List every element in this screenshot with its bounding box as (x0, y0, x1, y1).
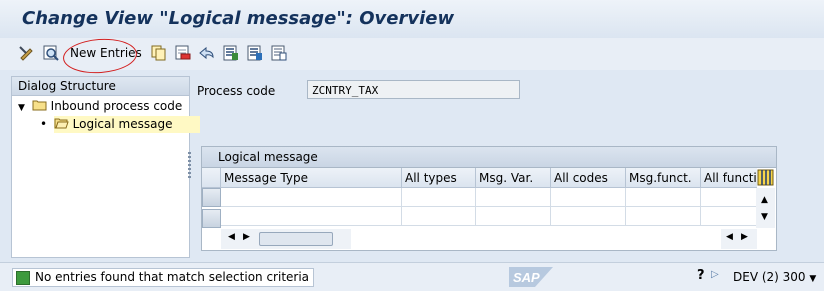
select-all-icon[interactable] (222, 44, 240, 62)
pane-splitter-handle[interactable] (188, 152, 191, 178)
delete-icon[interactable] (174, 44, 192, 62)
scroll-right-icon[interactable]: ▶ (243, 232, 250, 242)
scroll-right-icon[interactable]: ▶ (741, 232, 748, 242)
undo-change-icon[interactable] (198, 44, 216, 62)
logical-message-table: Logical message Message Type All types M… (201, 146, 777, 251)
table-cell[interactable] (402, 207, 476, 226)
table-cell[interactable] (402, 188, 476, 207)
column-header-all-types[interactable]: All types (402, 168, 476, 188)
dialog-structure-panel: Dialog Structure ▼ Inbound process code … (11, 76, 201, 258)
tree-item-inbound-process-code[interactable]: ▼ Inbound process code (18, 98, 182, 115)
table-cell[interactable] (551, 207, 626, 226)
system-info[interactable]: DEV (2) 300 ▼ (733, 270, 816, 284)
table-cell[interactable] (626, 188, 701, 207)
tree-item-label: Logical message (72, 117, 173, 131)
table-cell[interactable] (476, 188, 551, 207)
row-selector[interactable] (202, 209, 221, 228)
tree-item-logical-message[interactable]: • Logical message (40, 116, 201, 133)
table-cell[interactable] (701, 207, 757, 226)
table-cell[interactable] (221, 207, 402, 226)
process-code-label: Process code (197, 84, 276, 98)
deselect-all-icon[interactable] (270, 44, 288, 62)
select-all-rows-button[interactable] (202, 168, 221, 188)
copy-icon[interactable] (150, 44, 168, 62)
process-code-field: ZCNTRY_TAX (307, 80, 520, 99)
bullet-icon: • (40, 117, 48, 131)
svg-text:SAP: SAP (513, 270, 540, 285)
expand-status-icon[interactable]: ▷ (711, 269, 719, 280)
help-icon[interactable]: ? (697, 268, 705, 283)
column-header-all-codes[interactable]: All codes (551, 168, 626, 188)
folder-icon (32, 100, 47, 111)
row-selector[interactable] (202, 188, 221, 207)
column-header-msg-var[interactable]: Msg. Var. (476, 168, 551, 188)
dropdown-arrow-icon[interactable]: ▼ (809, 274, 816, 284)
table-title: Logical message (218, 150, 318, 164)
table-cell[interactable] (551, 188, 626, 207)
table-cell[interactable] (626, 207, 701, 226)
vertical-scrollbar[interactable]: ▲ ▼ (756, 188, 775, 228)
title-bar: Change View "Logical message": Overview (0, 0, 824, 39)
system-info-text: DEV (2) 300 (733, 270, 806, 284)
expand-triangle-icon[interactable]: ▼ (18, 100, 28, 117)
tree-item-label: Inbound process code (50, 99, 183, 113)
status-bar: No entries found that match selection cr… (0, 262, 824, 291)
column-header-message-type[interactable]: Message Type (221, 168, 402, 188)
success-check-icon (16, 271, 30, 285)
table-cell[interactable] (476, 207, 551, 226)
scroll-down-icon[interactable]: ▼ (761, 212, 768, 222)
table-title-bar: Logical message (202, 147, 776, 168)
open-folder-icon (54, 118, 69, 129)
page-title: Change View "Logical message": Overview (22, 8, 455, 29)
table-cell[interactable] (701, 188, 757, 207)
dialog-structure-header: Dialog Structure (12, 77, 189, 96)
scroll-thumb[interactable] (259, 232, 333, 246)
application-toolbar: New Entries (0, 36, 824, 76)
scroll-left-icon[interactable]: ◀ (228, 232, 235, 242)
red-circle-annotation (61, 36, 139, 76)
horizontal-scrollbar-right[interactable]: ◀ ▶ (721, 229, 757, 249)
horizontal-scrollbar-left[interactable]: ◀ ▶ (221, 229, 351, 249)
status-message[interactable]: No entries found that match selection cr… (12, 268, 315, 287)
status-message-text: No entries found that match selection cr… (35, 270, 310, 284)
find-icon[interactable] (42, 44, 60, 62)
table-settings-icon[interactable] (757, 169, 774, 186)
display-change-icon[interactable] (18, 44, 36, 62)
select-block-icon[interactable] (246, 44, 264, 62)
sap-logo: SAP (509, 267, 553, 287)
scroll-up-icon[interactable]: ▲ (761, 195, 768, 205)
column-header-all-functions[interactable]: All functio (701, 168, 757, 188)
table-cell[interactable] (221, 188, 402, 207)
scroll-left-icon[interactable]: ◀ (726, 232, 733, 242)
column-header-msg-funct[interactable]: Msg.funct. (626, 168, 701, 188)
